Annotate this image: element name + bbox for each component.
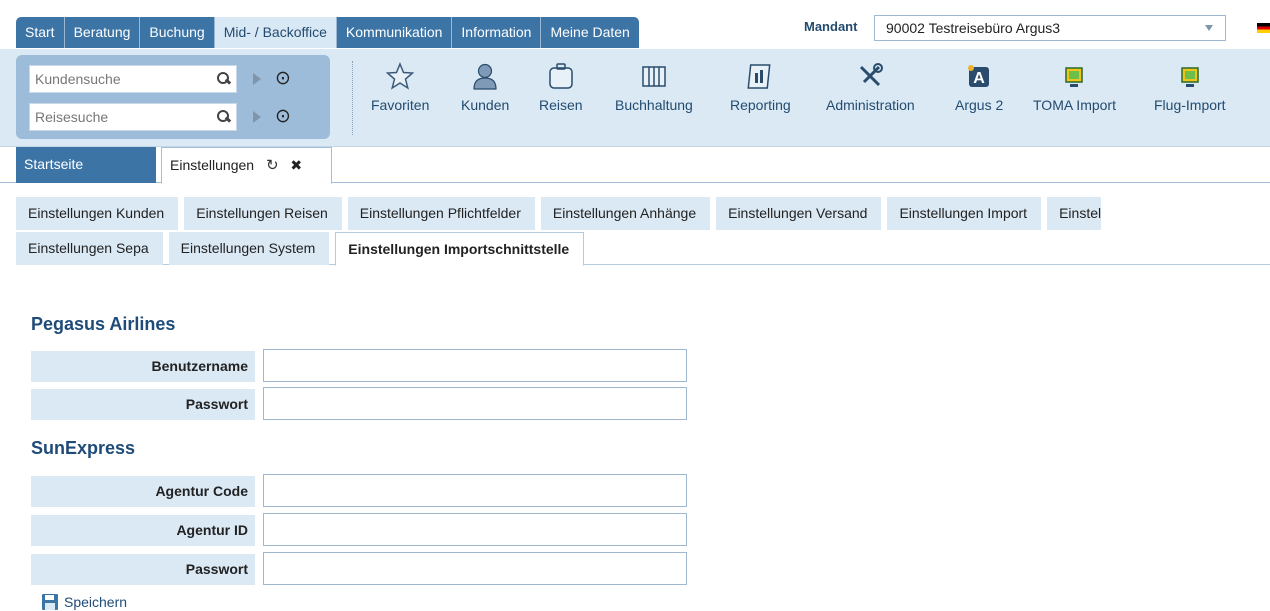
toolbar-label: TOMA Import: [1033, 97, 1116, 113]
search-icon[interactable]: [216, 109, 231, 124]
svg-text:A: A: [973, 70, 985, 87]
toolbar-kunden[interactable]: Kunden: [461, 59, 509, 113]
field-label: Passwort: [31, 554, 255, 585]
form-row-sunexpress-agentur-code: Agentur Code: [31, 474, 687, 507]
form-row-pegasus-username: Benutzername: [31, 349, 687, 382]
tools-icon: [826, 59, 915, 91]
suitcase-icon: [539, 59, 583, 91]
document-tabs: Startseite Einstellungen ↻ ✖: [0, 147, 1270, 184]
form-row-sunexpress-agentur-id: Agentur ID: [31, 513, 687, 546]
field-label: Agentur ID: [31, 515, 255, 546]
report-icon: [730, 59, 791, 91]
nav-tab-backoffice[interactable]: Mid- / Backoffice: [214, 17, 337, 48]
toolbar-label: Favoriten: [371, 97, 430, 113]
toolbar-label: Argus 2: [955, 97, 1004, 113]
toolbar-reisen[interactable]: Reisen: [539, 59, 583, 113]
floppy-disk-icon: [42, 593, 58, 610]
section-title-sunexpress: SunExpress: [31, 438, 136, 458]
nav-tab-meine-daten[interactable]: Meine Daten: [541, 17, 638, 48]
toolbar-flug-import[interactable]: Flug-Import: [1154, 59, 1226, 113]
toolbar-label: Flug-Import: [1154, 97, 1226, 113]
refresh-icon[interactable]: ↻: [266, 157, 279, 174]
field-label: Agentur Code: [31, 476, 255, 507]
customer-search-placeholder: Kundensuche: [35, 71, 121, 87]
import-icon: [1033, 59, 1116, 91]
toolbar-label: Reporting: [730, 97, 791, 113]
toolbar-label: Buchhaltung: [615, 97, 693, 113]
customer-search-input[interactable]: Kundensuche: [29, 65, 237, 93]
travel-search-placeholder: Reisesuche: [35, 109, 109, 125]
settings-subtabs-row2: Einstellungen Sepa Einstellungen System …: [16, 232, 1270, 266]
subtab-reisen[interactable]: Einstellungen Reisen: [184, 197, 342, 230]
form-row-sunexpress-password: Passwort: [31, 552, 687, 585]
subtab-import[interactable]: Einstellungen Import: [887, 197, 1042, 230]
pegasus-password-input[interactable]: [263, 387, 687, 420]
save-button[interactable]: Speichern: [41, 592, 127, 611]
ledger-icon: [615, 59, 693, 91]
tab-label: Startseite: [24, 156, 84, 172]
mandant-select[interactable]: 90002 Testreisebüro Argus3: [874, 15, 1226, 41]
search-icon[interactable]: [216, 71, 231, 86]
toolbar-argus2[interactable]: A Argus 2: [955, 59, 1003, 113]
play-icon[interactable]: [253, 73, 261, 85]
toolbar: Kundensuche ⊙ Reisesuche ⊙ Favoriten Kun…: [0, 49, 1270, 147]
toolbar-toma-import[interactable]: TOMA Import: [1033, 59, 1116, 113]
settings-subtabs-row1: Einstellungen Kunden Einstellungen Reise…: [16, 197, 1270, 230]
field-label: Benutzername: [31, 351, 255, 382]
top-navigation: Start Beratung Buchung Mid- / Backoffice…: [0, 0, 1270, 49]
tab-einstellungen[interactable]: Einstellungen ↻ ✖: [161, 147, 332, 184]
toolbar-label: Administration: [826, 97, 915, 113]
toolbar-label: Reisen: [539, 97, 583, 113]
history-icon[interactable]: ⊙: [275, 107, 291, 127]
history-icon[interactable]: ⊙: [275, 69, 291, 89]
toolbar-favoriten[interactable]: Favoriten: [371, 59, 429, 113]
toolbar-reporting[interactable]: Reporting: [730, 59, 791, 113]
mandant-label: Mandant: [804, 19, 858, 34]
mandant-value: 90002 Testreisebüro Argus3: [886, 20, 1061, 36]
subtab-pflichtfelder[interactable]: Einstellungen Pflichtfelder: [347, 197, 535, 230]
dropdown-arrow-icon: [1205, 25, 1213, 31]
toolbar-label: Kunden: [461, 97, 510, 113]
nav-tab-buchung[interactable]: Buchung: [140, 17, 215, 48]
subtab-sepa[interactable]: Einstellungen Sepa: [16, 232, 163, 265]
subtab-system[interactable]: Einstellungen System: [168, 232, 330, 265]
nav-tab-beratung[interactable]: Beratung: [65, 17, 141, 48]
sunexpress-password-input[interactable]: [263, 552, 687, 585]
german-flag-icon[interactable]: [1257, 23, 1270, 33]
close-icon[interactable]: ✖: [290, 157, 302, 173]
subtab-anhaenge[interactable]: Einstellungen Anhänge: [540, 197, 711, 230]
nav-tab-start[interactable]: Start: [16, 17, 65, 48]
nav-tab-information[interactable]: Information: [452, 17, 542, 48]
pegasus-username-input[interactable]: [263, 349, 687, 382]
argus-icon: A: [955, 59, 1003, 91]
nav-tab-kommunikation[interactable]: Kommunikation: [337, 17, 453, 48]
star-icon: [371, 59, 429, 91]
sunexpress-agentur-id-input[interactable]: [263, 513, 687, 546]
tab-label: Einstellungen: [170, 157, 255, 173]
toolbar-administration[interactable]: Administration: [826, 59, 915, 113]
subtab-truncated[interactable]: Einstel: [1047, 197, 1102, 230]
subtab-kunden[interactable]: Einstellungen Kunden: [16, 197, 179, 230]
import-icon: [1154, 59, 1226, 91]
play-icon[interactable]: [253, 111, 261, 123]
subtab-versand[interactable]: Einstellungen Versand: [716, 197, 882, 230]
subtab-importschnittstelle[interactable]: Einstellungen Importschnittstelle: [335, 232, 585, 266]
tab-startseite[interactable]: Startseite: [16, 147, 156, 183]
form-row-pegasus-password: Passwort: [31, 387, 687, 420]
sunexpress-agentur-code-input[interactable]: [263, 474, 687, 507]
save-label: Speichern: [64, 593, 128, 610]
quick-search-panel: Kundensuche ⊙ Reisesuche ⊙: [16, 55, 330, 139]
section-title-pegasus: Pegasus Airlines: [31, 314, 176, 334]
toolbar-buchhaltung[interactable]: Buchhaltung: [615, 59, 693, 113]
field-label: Passwort: [31, 389, 255, 420]
person-icon: [461, 59, 509, 91]
main-nav-tabs: Start Beratung Buchung Mid- / Backoffice…: [16, 17, 639, 48]
travel-search-input[interactable]: Reisesuche: [29, 103, 237, 131]
toolbar-divider: [352, 61, 353, 135]
